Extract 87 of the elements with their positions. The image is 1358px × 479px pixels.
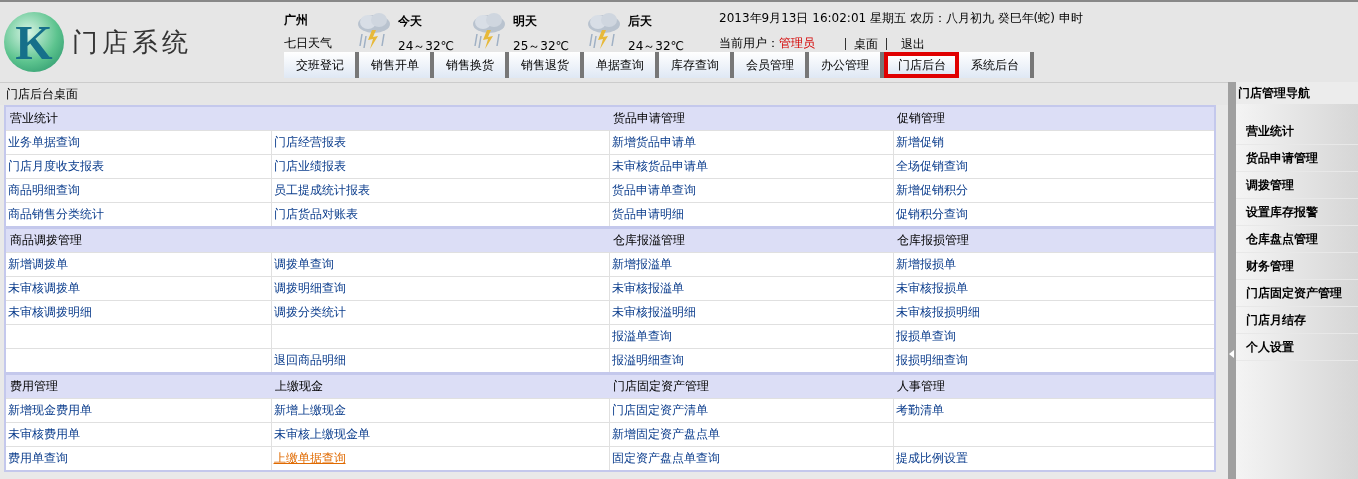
menu-link[interactable]: 业务单据查询: [8, 135, 80, 149]
menu-link[interactable]: 调拨单查询: [273, 257, 334, 271]
section-header: 上缴现金: [271, 373, 609, 399]
nav-tab[interactable]: 办公管理: [809, 52, 884, 78]
section-header: 仓库报溢管理: [609, 227, 893, 253]
nav-tab[interactable]: 单据查询: [584, 52, 659, 78]
app-title: 门店系统: [72, 25, 192, 59]
section-header: 商品调拨管理: [5, 227, 609, 253]
header-link[interactable]: 退出: [893, 37, 933, 50]
menu-link[interactable]: 货品申请单查询: [611, 183, 696, 197]
menu-link[interactable]: 未审核报溢明细: [611, 305, 696, 319]
city-name: 广州: [284, 12, 309, 29]
menu-link[interactable]: 新增现金费用单: [8, 403, 92, 417]
menu-link[interactable]: 新增货品申请单: [611, 135, 696, 149]
user-label: 当前用户：: [719, 35, 779, 52]
section-header: 仓库报损管理: [893, 227, 1215, 253]
menu-link[interactable]: 门店业绩报表: [273, 159, 346, 173]
menu-link[interactable]: 员工提成统计报表: [273, 183, 370, 197]
section-header: 门店固定资产管理: [609, 373, 893, 399]
section-header: 人事管理: [893, 373, 1215, 399]
menu-link[interactable]: 调拨分类统计: [273, 305, 346, 319]
menu-link[interactable]: 费用单查询: [8, 451, 68, 465]
menu-link[interactable]: 未审核上缴现金单: [273, 427, 370, 441]
user-name: 管理员: [779, 35, 815, 52]
nav-tab[interactable]: 库存查询: [659, 52, 734, 78]
sidebar-item[interactable]: 营业统计: [1236, 118, 1358, 145]
nav-tab[interactable]: 销售换货: [434, 52, 509, 78]
menu-link[interactable]: 未审核调拨明细: [8, 305, 92, 319]
nav-tab[interactable]: 销售开单: [359, 52, 434, 78]
section-header: 促销管理: [893, 106, 1215, 131]
nav-tab[interactable]: 交班登记: [284, 52, 359, 78]
menu-link[interactable]: 新增促销积分: [895, 183, 968, 197]
sidebar-item[interactable]: 调拨管理: [1236, 172, 1358, 199]
menu-link[interactable]: 未审核报损明细: [895, 305, 980, 319]
collapse-arrow-icon[interactable]: [1228, 349, 1236, 359]
menu-link[interactable]: 未审核调拨单: [8, 281, 80, 295]
sidebar-item[interactable]: 设置库存报警: [1236, 199, 1358, 226]
menu-link[interactable]: 门店货品对账表: [273, 207, 358, 221]
header-link[interactable]: 桌面: [845, 37, 887, 50]
menu-link[interactable]: 提成比例设置: [895, 451, 968, 465]
section-header: 货品申请管理: [609, 106, 893, 131]
temperature: 24～32℃: [628, 38, 684, 55]
menu-link[interactable]: 报损明细查询: [895, 353, 968, 367]
nav-tab[interactable]: 门店后台: [884, 52, 959, 78]
day-label: 后天: [628, 13, 653, 30]
sidebar-item[interactable]: 仓库盘点管理: [1236, 226, 1358, 253]
temperature: 24～32℃: [398, 38, 454, 55]
menu-link[interactable]: 全场促销查询: [895, 159, 968, 173]
menu-link[interactable]: 门店固定资产清单: [611, 403, 708, 417]
sidebar-item[interactable]: 货品申请管理: [1236, 145, 1358, 172]
sidebar-item[interactable]: 门店月结存: [1236, 307, 1358, 334]
sidebar-item[interactable]: 财务管理: [1236, 253, 1358, 280]
nav-tab[interactable]: 系统后台: [959, 52, 1034, 78]
menu-link[interactable]: 退回商品明细: [273, 353, 346, 367]
section-header: 费用管理: [5, 373, 271, 399]
menu-link[interactable]: 新增调拨单: [8, 257, 68, 271]
menu-link[interactable]: 商品销售分类统计: [8, 207, 104, 221]
menu-link[interactable]: 报溢单查询: [611, 329, 672, 343]
sidebar-item[interactable]: 个人设置: [1236, 334, 1358, 361]
nav-tab[interactable]: 会员管理: [734, 52, 809, 78]
nav-tab[interactable]: 销售退货: [509, 52, 584, 78]
menu-link[interactable]: 新增报溢单: [611, 257, 672, 271]
menu-link[interactable]: 上缴单据查询: [273, 451, 346, 465]
datetime: 2013年9月13日 16:02:01 星期五 农历：八月初九 癸巳年(蛇) 申时: [719, 10, 1083, 27]
sidebar-title: 门店管理导航: [1236, 82, 1358, 104]
sidebar-item[interactable]: 门店固定资产管理: [1236, 280, 1358, 307]
menu-link[interactable]: 未审核报溢单: [611, 281, 684, 295]
menu-link[interactable]: 报损单查询: [895, 329, 956, 343]
section-header: 营业统计: [5, 106, 609, 131]
forecast-link[interactable]: 七日天气: [284, 35, 354, 52]
menu-link[interactable]: 未审核费用单: [8, 427, 80, 441]
menu-link[interactable]: 未审核报损单: [895, 281, 968, 295]
menu-link[interactable]: 货品申请明细: [611, 207, 684, 221]
menu-link[interactable]: 促销积分查询: [895, 207, 968, 221]
menu-link[interactable]: 门店经营报表: [273, 135, 346, 149]
day-label: 明天: [513, 13, 538, 30]
logo-badge: K: [4, 12, 64, 72]
menu-link[interactable]: 未审核货品申请单: [611, 159, 708, 173]
menu-link[interactable]: 新增上缴现金: [273, 403, 346, 417]
day-label: 今天: [398, 13, 423, 30]
menu-link[interactable]: 报溢明细查询: [611, 353, 684, 367]
menu-link[interactable]: 新增报损单: [895, 257, 956, 271]
menu-link[interactable]: 商品明细查询: [8, 183, 80, 197]
temperature: 25～32℃: [513, 38, 569, 55]
menu-link[interactable]: 新增促销: [895, 135, 944, 149]
menu-link[interactable]: 调拨明细查询: [273, 281, 346, 295]
menu-link[interactable]: 考勤清单: [895, 403, 944, 417]
